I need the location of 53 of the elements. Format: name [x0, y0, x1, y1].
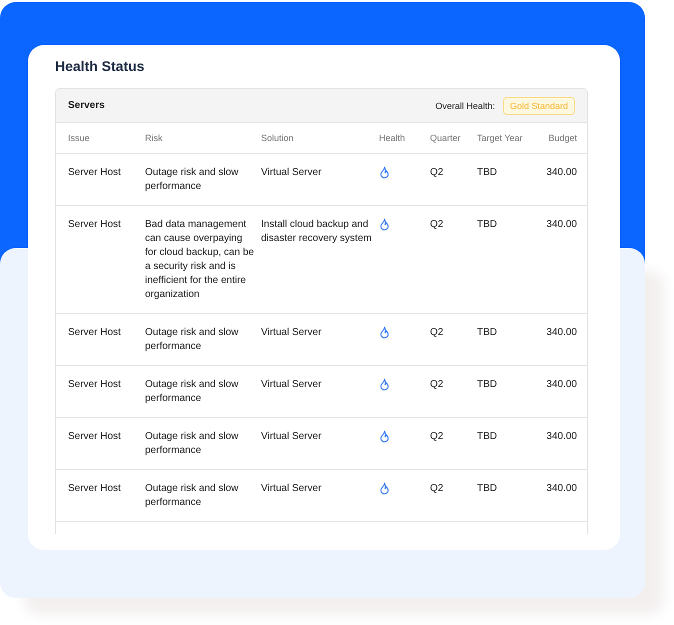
table-cell: Server Host — [68, 483, 121, 494]
table-cell: Q2 — [430, 379, 444, 390]
table-cell: Q2 — [430, 219, 444, 230]
table-cell: Server Host — [68, 431, 121, 442]
table-cell: 340.00 — [546, 431, 577, 442]
column-header: Risk — [145, 123, 261, 154]
table-cell: 340.00 — [546, 327, 577, 338]
flame-icon — [379, 326, 390, 339]
table-cell: Virtual Server — [261, 379, 322, 390]
table-cell: 340.00 — [546, 219, 577, 230]
table-cell: Server Host — [68, 219, 121, 230]
table-cell: TBD — [477, 327, 497, 338]
flame-icon — [379, 166, 390, 179]
table-cell: Server Host — [68, 379, 121, 390]
table-title: Servers — [68, 100, 105, 111]
flame-icon — [379, 378, 390, 391]
table-cell: Virtual Server — [261, 167, 322, 178]
table-cell: Server Host — [68, 327, 121, 338]
overall-health-label: Overall Health: — [435, 100, 495, 110]
table-cell: 340.00 — [546, 483, 577, 494]
table-cell: Outage risk and slow performance — [145, 327, 238, 352]
column-header: Issue — [56, 123, 145, 154]
flame-icon — [379, 482, 390, 495]
table-cell: TBD — [477, 379, 497, 390]
table-cell: Outage risk and slow performance — [145, 431, 238, 456]
table-cell: Virtual Server — [261, 431, 322, 442]
column-header: Target Year — [477, 123, 532, 154]
column-header: Quarter — [430, 123, 477, 154]
flame-icon — [379, 430, 390, 443]
table-cell: Outage risk and slow performance — [145, 167, 238, 192]
table-cell: Q2 — [430, 483, 444, 494]
table-cell: TBD — [477, 483, 497, 494]
table-cell: TBD — [477, 431, 497, 442]
table-cell: Q2 — [430, 431, 444, 442]
table-cell: TBD — [477, 167, 497, 178]
flame-icon — [379, 218, 390, 231]
column-header: Budget — [532, 123, 587, 154]
table-cell: Install cloud backup and disaster recovery system — [261, 219, 372, 244]
page-title: Health Status — [55, 58, 146, 76]
table-cell: Outage risk and slow performance — [145, 379, 238, 404]
table-cell: Q2 — [430, 167, 444, 178]
column-header: Health — [379, 123, 430, 154]
table-cell: Bad data management can cause overpaying for cloud backup, can be a security risk and is inefficient for the entire organization — [145, 219, 254, 300]
table-cell: Outage risk and slow performance — [145, 483, 238, 508]
table-cell: Virtual Server — [261, 483, 322, 494]
table-cell: TBD — [477, 219, 497, 230]
table-cell: Q2 — [430, 327, 444, 338]
table-cell: Virtual Server — [261, 327, 322, 338]
table-cell: 340.00 — [546, 167, 577, 178]
table-cell: 340.00 — [546, 379, 577, 390]
table-cell: Server Host — [68, 167, 121, 178]
column-header: Solution — [261, 123, 379, 154]
health-badge: Gold Standard — [502, 96, 575, 114]
